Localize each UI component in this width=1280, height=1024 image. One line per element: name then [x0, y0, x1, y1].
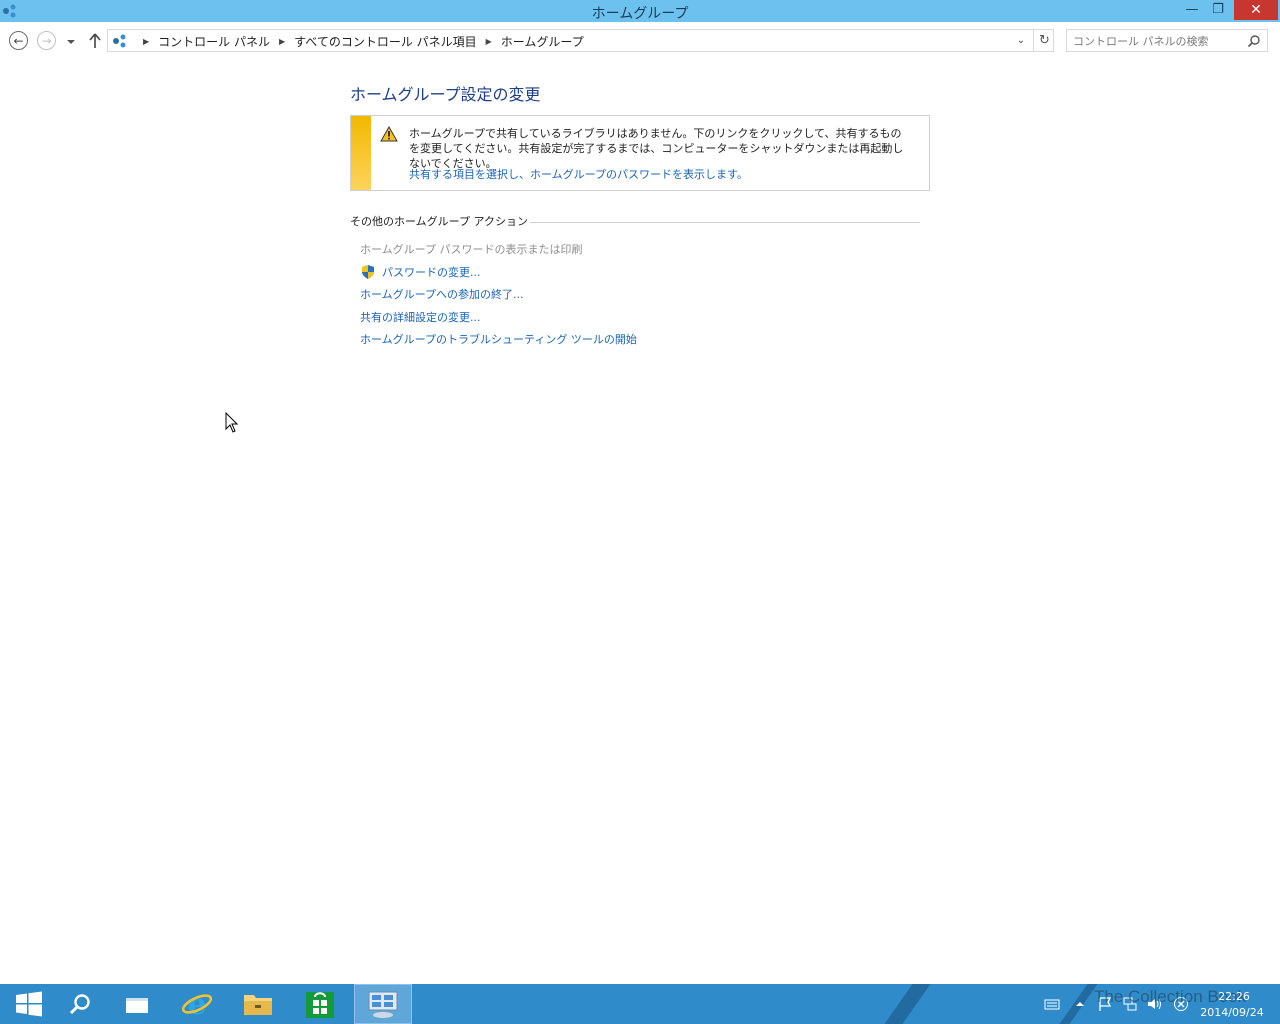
action-label[interactable]: 共有の詳細設定の変更... — [360, 309, 481, 325]
navigation-bar: ← → ▶ コントロール パネル ▶ すべてのコントロール パネル項目 ▶ ホー… — [0, 22, 1280, 60]
task-view-icon — [126, 998, 148, 1013]
clock-date[interactable]: 2014/09/24 — [1200, 1006, 1264, 1019]
main-content: ホームグループ設定の変更 ホームグループで共有しているライブラリはありません。下… — [350, 80, 930, 346]
breadcrumb-separator-icon[interactable]: ▶ — [486, 37, 492, 46]
mouse-cursor-icon — [225, 412, 239, 433]
section-heading-label: その他のホームグループ アクション — [350, 215, 528, 228]
store-icon — [306, 992, 334, 1018]
up-button[interactable] — [85, 31, 105, 51]
minimize-button[interactable]: — — [1180, 0, 1204, 20]
breadcrumb-all-items[interactable]: すべてのコントロール パネル項目 — [294, 33, 477, 50]
action-label[interactable]: ホームグループのトラブルシューティング ツールの開始 — [360, 331, 637, 347]
actions-list: ホームグループ パスワードの表示または印刷 パスワードの変更... ホームグルー… — [360, 238, 637, 351]
task-view-button[interactable] — [108, 984, 166, 1024]
action-label: ホームグループ パスワードの表示または印刷 — [360, 243, 583, 257]
start-button[interactable] — [0, 984, 58, 1024]
search-box[interactable] — [1066, 29, 1268, 52]
forward-arrow-icon: → — [37, 31, 56, 50]
action-label[interactable]: ホームグループへの参加の終了... — [360, 286, 524, 302]
close-button[interactable]: ✕ — [1234, 0, 1278, 20]
other-actions-heading: その他のホームグループ アクション — [350, 213, 920, 229]
taskbar-decoration — [870, 984, 938, 1024]
view-print-password-link: ホームグループ パスワードの表示または印刷 — [360, 238, 637, 261]
refresh-icon[interactable]: ↻ — [1033, 30, 1055, 51]
breadcrumb-separator-icon[interactable]: ▶ — [279, 37, 285, 46]
breadcrumb-control-panel[interactable]: コントロール パネル — [158, 33, 270, 50]
chevron-down-icon — [67, 40, 75, 44]
keyboard-icon[interactable] — [1044, 996, 1060, 1012]
breadcrumb-separator-icon[interactable]: ▶ — [143, 37, 149, 46]
control-panel-button[interactable] — [354, 984, 412, 1024]
homegroup-icon — [113, 34, 126, 48]
svg-text:e: e — [187, 988, 206, 1020]
search-icon[interactable] — [1247, 34, 1261, 48]
info-stripe — [351, 116, 371, 190]
window-title: ホームグループ — [591, 6, 689, 22]
control-panel-icon — [368, 991, 398, 1018]
internet-explorer-icon: e — [181, 988, 213, 1020]
info-message: ホームグループで共有しているライブラリはありません。下のリンクをクリックして、共… — [409, 127, 904, 170]
address-bar[interactable]: ▶ コントロール パネル ▶ すべてのコントロール パネル項目 ▶ ホームグルー… — [107, 29, 1054, 52]
recent-locations-button[interactable] — [63, 31, 79, 51]
select-items-link[interactable]: 共有する項目を選択し、ホームグループのパスワードを表示します。 — [409, 166, 748, 182]
leave-homegroup-link[interactable]: ホームグループへの参加の終了... — [360, 283, 637, 306]
clock-time[interactable]: 22:26 — [1214, 990, 1254, 1003]
up-arrow-icon — [89, 33, 101, 48]
forward-button[interactable]: → — [37, 31, 57, 51]
advanced-sharing-link[interactable]: 共有の詳細設定の変更... — [360, 306, 637, 329]
page-title: ホームグループ設定の変更 — [350, 85, 541, 104]
search-input[interactable] — [1073, 33, 1243, 49]
taskbar: e The Collection Book 22:26 2014/09/24 — [0, 984, 1280, 1024]
breadcrumb: ▶ コントロール パネル ▶ すべてのコントロール パネル項目 ▶ ホームグルー… — [134, 33, 584, 50]
back-arrow-icon: ← — [9, 31, 28, 50]
info-panel: ホームグループで共有しているライブラリはありません。下のリンクをクリックして、共… — [350, 115, 930, 191]
chevron-up-icon[interactable] — [1072, 996, 1088, 1012]
file-explorer-icon — [244, 995, 272, 1015]
file-explorer-button[interactable] — [229, 984, 287, 1024]
search-icon — [69, 994, 90, 1015]
warning-icon — [380, 126, 398, 142]
shield-icon — [362, 264, 374, 279]
start-icon — [16, 991, 42, 1017]
divider — [529, 221, 920, 223]
back-button[interactable]: ← — [9, 31, 29, 51]
change-password-link[interactable]: パスワードの変更... — [360, 261, 637, 284]
action-label[interactable]: パスワードの変更... — [382, 264, 481, 280]
breadcrumb-homegroup[interactable]: ホームグループ — [501, 33, 584, 50]
internet-explorer-button[interactable]: e — [168, 984, 226, 1024]
maximize-button[interactable]: ❐ — [1206, 0, 1230, 20]
troubleshooter-link[interactable]: ホームグループのトラブルシューティング ツールの開始 — [360, 328, 637, 351]
search-taskbar-button[interactable] — [51, 984, 109, 1024]
address-dropdown-icon[interactable]: ⌄ — [1012, 32, 1030, 50]
title-bar: ホームグループ — ❐ ✕ — [0, 0, 1280, 22]
store-button[interactable] — [291, 984, 349, 1024]
